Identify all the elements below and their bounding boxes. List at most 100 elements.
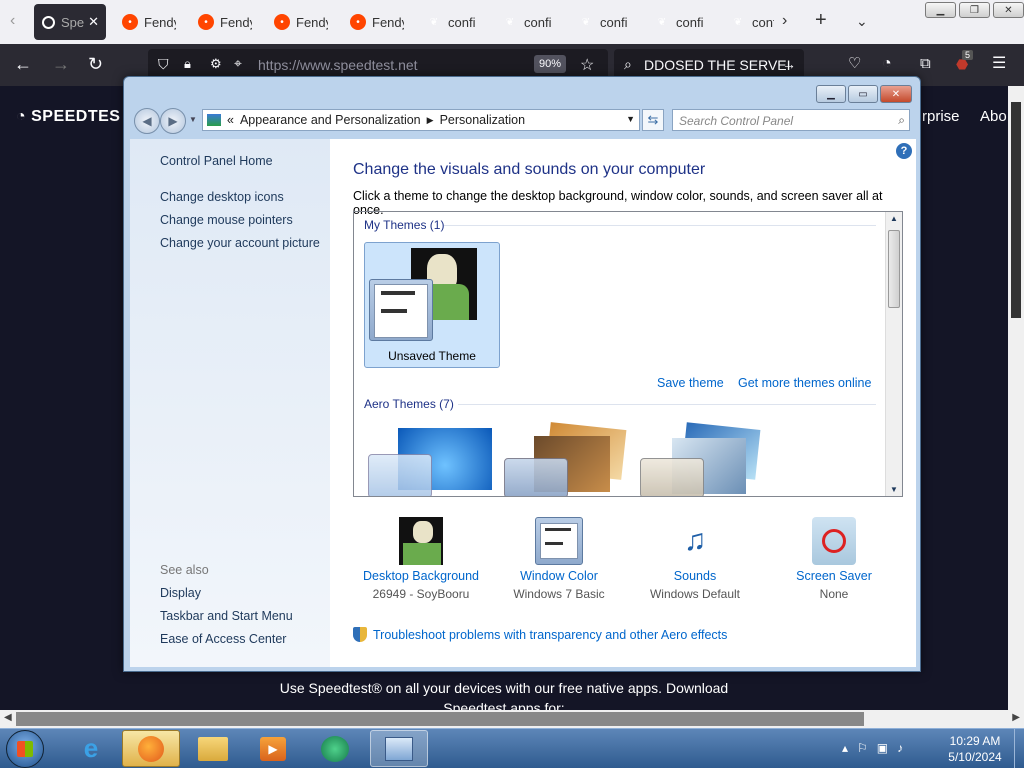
breadcrumb-personalization[interactable]: Personalization	[440, 113, 525, 127]
troubleshoot-row[interactable]: Troubleshoot problems with transparency …	[353, 627, 727, 642]
save-theme-link[interactable]: Save theme	[657, 376, 724, 390]
tab-reddit-2[interactable]: • Fendy	[190, 4, 252, 40]
recent-pages-icon[interactable]: ▼	[189, 115, 197, 124]
nav-about[interactable]: Abo	[980, 108, 1007, 125]
breadcrumb-separator-icon[interactable]: ▶	[427, 115, 434, 126]
scroll-right-icon[interactable]: ▶	[1012, 712, 1020, 723]
taskbar-app-green[interactable]	[306, 730, 364, 767]
change-mouse-pointers-link[interactable]: Change mouse pointers	[160, 213, 293, 227]
forward-arrow-icon[interactable]: →	[52, 55, 70, 73]
cp-address-bar[interactable]: « Appearance and Personalization ▶ Perso…	[202, 109, 640, 131]
cp-close-button[interactable]: ✕	[880, 85, 912, 103]
extensions-icon[interactable]: ⧉	[920, 55, 931, 73]
show-hidden-icons-icon[interactable]: ▴	[842, 741, 857, 755]
taskbar-clock[interactable]: 10:29 AM 5/10/2024	[940, 733, 1010, 765]
screen-saver-label[interactable]: Screen Saver	[774, 569, 894, 583]
scroll-thumb[interactable]	[888, 230, 900, 308]
reload-icon[interactable]: ↻	[88, 55, 103, 73]
permissions-icon[interactable]: ⚙	[210, 56, 222, 72]
new-tab-icon[interactable]: +	[815, 10, 827, 30]
tab-scroll-right-icon[interactable]: ›	[782, 12, 787, 30]
sounds-setting[interactable]: ♫ Sounds Windows Default	[635, 517, 755, 601]
start-button[interactable]	[6, 730, 44, 768]
bookmark-star-icon[interactable]: ☆	[580, 55, 594, 75]
minimize-button[interactable]: ▁	[925, 2, 956, 18]
volume-muted-icon[interactable]: ♪	[897, 741, 912, 755]
action-center-flag-icon[interactable]: ⚐	[857, 741, 877, 755]
change-account-picture-link[interactable]: Change your account picture	[160, 236, 320, 250]
taskbar-internet-explorer[interactable]: e	[62, 730, 120, 767]
aero-theme-architecture[interactable]	[504, 412, 630, 496]
taskbar-firefox[interactable]	[122, 730, 180, 767]
speedtest-logo[interactable]: ◔ SPEEDTES	[16, 108, 120, 126]
nav-enterprise[interactable]: rprise	[922, 108, 960, 125]
page-vertical-scrollbar[interactable]	[1008, 86, 1024, 710]
cp-minimize-button[interactable]: ▁	[816, 85, 846, 103]
restore-button[interactable]: ❐	[959, 2, 990, 18]
cp-forward-button[interactable]: ▶	[160, 108, 186, 134]
tab-green-2[interactable]: ❦ confi	[494, 4, 556, 40]
cp-maximize-button[interactable]: ▭	[848, 85, 878, 103]
zoom-level[interactable]: 90%	[534, 55, 567, 73]
ease-of-access-link[interactable]: Ease of Access Center	[160, 632, 286, 646]
desktop-background-setting[interactable]: Desktop Background 26949 - SoyBooru	[361, 517, 481, 601]
tab-scroll-left-icon[interactable]: ‹	[10, 12, 15, 30]
theme-list-scrollbar[interactable]: ▲ ▼	[885, 212, 902, 496]
help-icon[interactable]: ?	[896, 143, 912, 159]
scroll-up-icon[interactable]: ▲	[890, 214, 898, 223]
unsaved-theme-tile[interactable]: Unsaved Theme	[364, 242, 500, 368]
cp-refresh-button[interactable]: ⇆	[642, 109, 664, 131]
tab-speedtest[interactable]: Spe ✕	[34, 4, 106, 40]
menu-icon[interactable]: ☰	[992, 55, 1006, 73]
pocket-icon[interactable]: ♡	[848, 55, 861, 73]
url-text[interactable]: https://www.speedtest.net	[258, 57, 418, 73]
breadcrumb-overflow-icon[interactable]: «	[227, 113, 234, 127]
get-more-themes-link[interactable]: Get more themes online	[738, 376, 871, 390]
scroll-thumb[interactable]	[1011, 102, 1021, 318]
tab-green-4[interactable]: ❦ confi	[646, 4, 708, 40]
location-icon[interactable]: ⌖	[234, 55, 242, 72]
tab-reddit-1[interactable]: • Fendy	[114, 4, 176, 40]
search-text[interactable]: DDOSED THE SERVEI	[644, 57, 791, 73]
tab-green-3[interactable]: ❦ confi	[570, 4, 632, 40]
show-desktop-button[interactable]	[1014, 729, 1024, 768]
cp-back-button[interactable]: ◀	[134, 108, 160, 134]
lock-icon[interactable]: 🔒︎	[184, 56, 191, 72]
tab-green-1[interactable]: ❦ confi	[418, 4, 480, 40]
scroll-down-icon[interactable]: ▼	[890, 485, 898, 494]
display-link[interactable]: Display	[160, 586, 201, 600]
screen-saver-setting[interactable]: Screen Saver None	[774, 517, 894, 601]
network-icon[interactable]: ▣	[877, 741, 897, 755]
taskbar-start-menu-link[interactable]: Taskbar and Start Menu	[160, 609, 293, 623]
window-color-setting[interactable]: Window Color Windows 7 Basic	[499, 517, 619, 601]
breadcrumb-appearance[interactable]: Appearance and Personalization	[240, 113, 421, 127]
taskbar-explorer[interactable]	[184, 730, 242, 767]
address-dropdown-icon[interactable]: ▼	[626, 114, 635, 124]
desktop-background-label[interactable]: Desktop Background	[361, 569, 481, 583]
window-color-label[interactable]: Window Color	[499, 569, 619, 583]
tab-reddit-3[interactable]: • Fendy	[266, 4, 328, 40]
close-tab-icon[interactable]: ✕	[88, 14, 99, 30]
sounds-label[interactable]: Sounds	[635, 569, 755, 583]
tab-green-5[interactable]: ❦ conf	[722, 4, 774, 40]
control-panel-home-link[interactable]: Control Panel Home	[160, 154, 273, 168]
shield-icon[interactable]: ⛉	[158, 56, 169, 73]
close-button[interactable]: ✕	[993, 2, 1024, 18]
divider	[458, 404, 876, 405]
change-desktop-icons-link[interactable]: Change desktop icons	[160, 190, 284, 204]
back-arrow-icon[interactable]: ←	[14, 55, 32, 73]
troubleshoot-link[interactable]: Troubleshoot problems with transparency …	[373, 628, 727, 642]
cp-search-input[interactable]: Search Control Panel ⌕	[672, 109, 910, 131]
scroll-left-icon[interactable]: ◀	[4, 712, 12, 723]
aero-theme-characters[interactable]	[640, 412, 766, 496]
scroll-thumb[interactable]	[16, 712, 864, 726]
page-horizontal-scrollbar[interactable]: ◀ ▶	[0, 710, 1024, 728]
search-icon[interactable]: ⌕	[898, 113, 905, 128]
taskbar-control-panel[interactable]	[370, 730, 428, 767]
speed-dial-icon[interactable]: ◔	[882, 55, 892, 73]
taskbar-media-player[interactable]: ▶	[244, 730, 302, 767]
aero-theme-windows7[interactable]	[368, 428, 494, 496]
tab-reddit-4[interactable]: • Fendy	[342, 4, 404, 40]
list-all-tabs-icon[interactable]: ⌄	[856, 12, 868, 30]
go-arrow-icon[interactable]: →	[782, 56, 796, 72]
